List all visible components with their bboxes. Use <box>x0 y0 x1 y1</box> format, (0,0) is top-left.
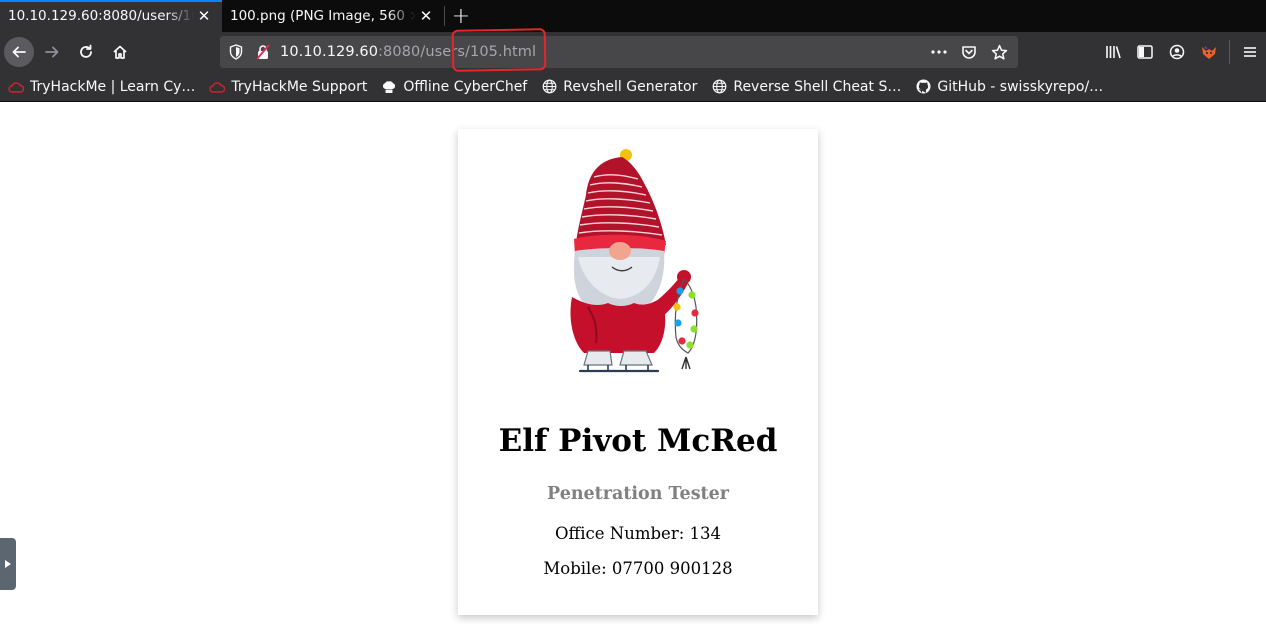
bookmark-label: Offline CyberChef <box>403 78 528 95</box>
foxyproxy-extension-icon[interactable] <box>1193 36 1225 68</box>
profile-name: Elf Pivot McRed <box>498 423 778 459</box>
close-tab-icon[interactable]: ✕ <box>194 7 214 25</box>
new-tab-icon[interactable]: + <box>445 0 477 32</box>
side-panel-handle[interactable] <box>0 538 16 590</box>
bookmark-label: TryHackMe Support <box>231 78 368 95</box>
reload-icon <box>80 44 92 58</box>
pocket-icon[interactable] <box>956 39 982 65</box>
profile-role: Penetration Tester <box>547 484 729 504</box>
cloud-icon <box>209 79 226 95</box>
url-file: 105.html <box>470 44 537 60</box>
bookmark-label: Revshell Generator <box>563 78 698 95</box>
menu-icon[interactable] <box>1234 36 1266 68</box>
tab-inactive[interactable]: 100.png (PNG Image, 560 × 560 pixels) ✕ <box>222 0 444 32</box>
chef-hat-icon <box>381 79 397 95</box>
bookmark-reverse-shell-cheat[interactable]: Reverse Shell Cheat S… <box>711 79 901 95</box>
account-icon[interactable] <box>1161 36 1193 68</box>
bookmark-tryhackme-support[interactable]: TryHackMe Support <box>209 79 367 95</box>
page-actions-icon[interactable] <box>926 39 952 65</box>
page-content: Elf Pivot McRed Penetration Tester Offic… <box>0 102 1266 624</box>
gnome-image <box>570 149 699 373</box>
insecure-lock-icon[interactable] <box>252 44 274 60</box>
url-host: 10.10.129.60 <box>280 44 379 60</box>
bookmark-revshell[interactable]: Revshell Generator <box>541 79 697 95</box>
tab-strip: 10.10.129.60:8080/users/105.html ✕ 100.p… <box>0 0 1266 32</box>
bookmark-label: Reverse Shell Cheat S… <box>733 78 902 95</box>
bookmark-label: GitHub - swisskyrepo/… <box>937 78 1104 95</box>
url-path: :8080/users/ <box>378 44 471 60</box>
forward-button[interactable] <box>36 36 68 68</box>
back-button[interactable] <box>4 37 34 67</box>
tab-title: 10.10.129.60:8080/users/105.html <box>8 8 194 24</box>
office-number: Office Number: 134 <box>555 524 721 543</box>
home-button[interactable] <box>104 36 136 68</box>
url-bar[interactable]: 10.10.129.60:8080/users/105.html <box>220 36 1018 68</box>
bookmark-tryhackme[interactable]: TryHackMe | Learn Cy… <box>8 79 195 95</box>
bookmarks-bar: TryHackMe | Learn Cy… TryHackMe Support … <box>0 72 1266 102</box>
play-triangle-icon <box>5 560 11 568</box>
close-tab-icon[interactable]: ✕ <box>416 7 436 25</box>
bookmark-star-icon[interactable] <box>986 39 1012 65</box>
back-arrow-icon <box>12 46 26 58</box>
home-icon <box>113 45 127 59</box>
forward-arrow-icon <box>45 46 59 58</box>
globe-icon <box>711 79 727 95</box>
globe-icon <box>541 79 557 95</box>
bookmark-label: TryHackMe | Learn Cy… <box>30 78 196 95</box>
nav-bar: 10.10.129.60:8080/users/105.html <box>0 32 1266 72</box>
library-icon[interactable] <box>1097 36 1129 68</box>
sidebar-icon[interactable] <box>1129 36 1161 68</box>
github-icon <box>915 79 931 95</box>
toolbar-separator <box>1229 40 1230 64</box>
profile-card: Elf Pivot McRed Penetration Tester Offic… <box>458 129 818 615</box>
tab-active[interactable]: 10.10.129.60:8080/users/105.html ✕ <box>0 0 222 32</box>
url-text: 10.10.129.60:8080/users/105.html <box>280 44 536 60</box>
tracking-shield-icon[interactable] <box>224 44 248 60</box>
reload-button[interactable] <box>70 36 102 68</box>
bookmark-cyberchef[interactable]: Offline CyberChef <box>381 79 527 95</box>
bookmark-github[interactable]: GitHub - swisskyrepo/… <box>915 79 1103 95</box>
mobile-number: Mobile: 07700 900128 <box>543 559 733 578</box>
cloud-icon <box>8 79 24 95</box>
tab-title: 100.png (PNG Image, 560 × 560 pixels) <box>230 8 416 24</box>
